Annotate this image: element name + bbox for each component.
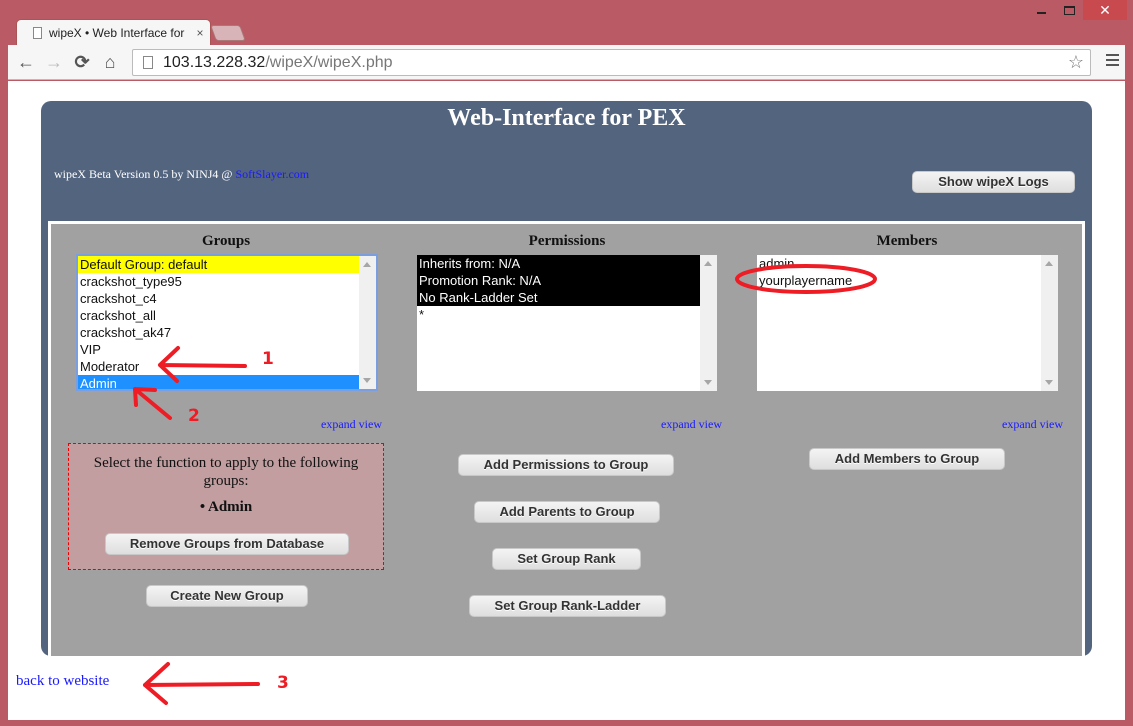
scroll-up-icon[interactable] xyxy=(363,262,371,267)
scrollbar[interactable] xyxy=(700,255,717,391)
list-item[interactable]: crackshot_all xyxy=(78,307,359,324)
main-panel: Web-Interface for PEX wipeX Beta Version… xyxy=(41,101,1092,656)
home-icon[interactable]: ⌂ xyxy=(96,48,124,76)
list-item[interactable]: Default Group: default xyxy=(78,256,359,273)
list-item[interactable]: No Rank-Ladder Set xyxy=(417,289,700,306)
set-rank-ladder-button[interactable]: Set Group Rank-Ladder xyxy=(469,595,666,617)
remove-groups-button[interactable]: Remove Groups from Database xyxy=(105,533,349,555)
list-item[interactable]: admin xyxy=(757,255,1041,272)
members-heading: Members xyxy=(876,233,938,249)
list-item[interactable]: crackshot_type95 xyxy=(78,273,359,290)
version-text: wipeX Beta Version 0.5 by NINJ4 @ SoftSl… xyxy=(54,167,309,182)
groups-heading: Groups xyxy=(201,233,251,249)
list-item[interactable]: Inherits from: N/A xyxy=(417,255,700,272)
function-instructions: Select the function to apply to the foll… xyxy=(93,455,359,489)
scroll-up-icon[interactable] xyxy=(1045,261,1053,266)
maximize-button[interactable] xyxy=(1055,0,1083,20)
scroll-down-icon[interactable] xyxy=(363,378,371,383)
softslayer-link[interactable]: SoftSlayer.com xyxy=(235,167,309,181)
tab-title: wipeX • Web Interface for xyxy=(49,25,185,40)
window-controls: ✕ xyxy=(1027,0,1127,22)
scrollbar[interactable] xyxy=(359,256,376,389)
permissions-listbox[interactable]: Inherits from: N/A Promotion Rank: N/A No … xyxy=(417,255,717,391)
create-group-button[interactable]: Create New Group xyxy=(146,585,308,607)
scroll-up-icon[interactable] xyxy=(704,261,712,266)
set-rank-button[interactable]: Set Group Rank xyxy=(492,548,641,570)
browser-toolbar: ← → ⟳ ⌂ 103.13.228.32/wipeX/wipeX.php ☆ xyxy=(8,45,1125,80)
menu-icon[interactable] xyxy=(1106,54,1119,69)
members-listbox[interactable]: admin yourplayername xyxy=(757,255,1058,391)
annotation-label-3: 3 xyxy=(277,673,289,693)
annotation-label-1: 1 xyxy=(262,349,274,369)
back-to-website-link[interactable]: back to website xyxy=(16,673,109,690)
selected-group: • Admin xyxy=(199,499,253,515)
page-icon xyxy=(143,56,153,69)
list-item[interactable]: crackshot_ak47 xyxy=(78,324,359,341)
scrollbar[interactable] xyxy=(1041,255,1058,391)
version-label: wipeX Beta Version 0.5 by NINJ4 @ xyxy=(54,167,236,181)
page-title: Web-Interface for PEX xyxy=(447,105,686,131)
new-tab-button[interactable] xyxy=(210,25,246,41)
list-item[interactable]: Promotion Rank: N/A xyxy=(417,272,700,289)
maximize-icon xyxy=(1063,5,1075,15)
close-window-button[interactable]: ✕ xyxy=(1083,0,1127,20)
permissions-expand-link[interactable]: expand view xyxy=(661,417,722,432)
groups-expand-link[interactable]: expand view xyxy=(321,417,382,432)
scroll-down-icon[interactable] xyxy=(704,380,712,385)
add-parents-button[interactable]: Add Parents to Group xyxy=(474,501,660,523)
minimize-button[interactable] xyxy=(1027,0,1055,20)
list-item[interactable]: VIP xyxy=(78,341,359,358)
list-item[interactable]: * xyxy=(417,306,700,323)
list-item[interactable]: Admin xyxy=(78,375,359,389)
url-host: 103.13.228.32 xyxy=(163,53,266,71)
show-logs-button[interactable]: Show wipeX Logs xyxy=(912,171,1075,193)
page-viewport: Web-Interface for PEX wipeX Beta Version… xyxy=(8,81,1125,720)
close-icon: ✕ xyxy=(1099,1,1111,18)
function-box: Select the function to apply to the foll… xyxy=(68,443,384,570)
permissions-heading: Permissions xyxy=(528,233,606,249)
url-path: /wipeX/wipeX.php xyxy=(265,53,393,71)
add-members-button[interactable]: Add Members to Group xyxy=(809,448,1005,470)
list-item[interactable]: Moderator xyxy=(78,358,359,375)
tab-close-icon[interactable]: × xyxy=(190,26,210,40)
scroll-down-icon[interactable] xyxy=(1045,380,1053,385)
forward-icon[interactable]: → xyxy=(40,48,68,76)
add-permissions-button[interactable]: Add Permissions to Group xyxy=(458,454,674,476)
members-expand-link[interactable]: expand view xyxy=(1002,417,1063,432)
minimize-icon xyxy=(1036,12,1046,14)
list-item[interactable]: crackshot_c4 xyxy=(78,290,359,307)
groups-listbox[interactable]: Default Group: default crackshot_type95 cr… xyxy=(76,254,378,391)
browser-tab[interactable]: wipeX • Web Interface for × xyxy=(16,19,211,45)
content-area: Groups Default Group: default crackshot_t… xyxy=(48,221,1085,656)
bookmark-star-icon[interactable]: ☆ xyxy=(1068,52,1084,73)
list-item[interactable]: yourplayername xyxy=(757,272,1041,289)
address-bar[interactable]: 103.13.228.32/wipeX/wipeX.php ☆ xyxy=(132,49,1091,76)
page-icon xyxy=(33,26,42,39)
reload-icon[interactable]: ⟳ xyxy=(68,48,96,76)
annotation-label-2: 2 xyxy=(188,406,200,426)
back-icon[interactable]: ← xyxy=(12,48,40,76)
